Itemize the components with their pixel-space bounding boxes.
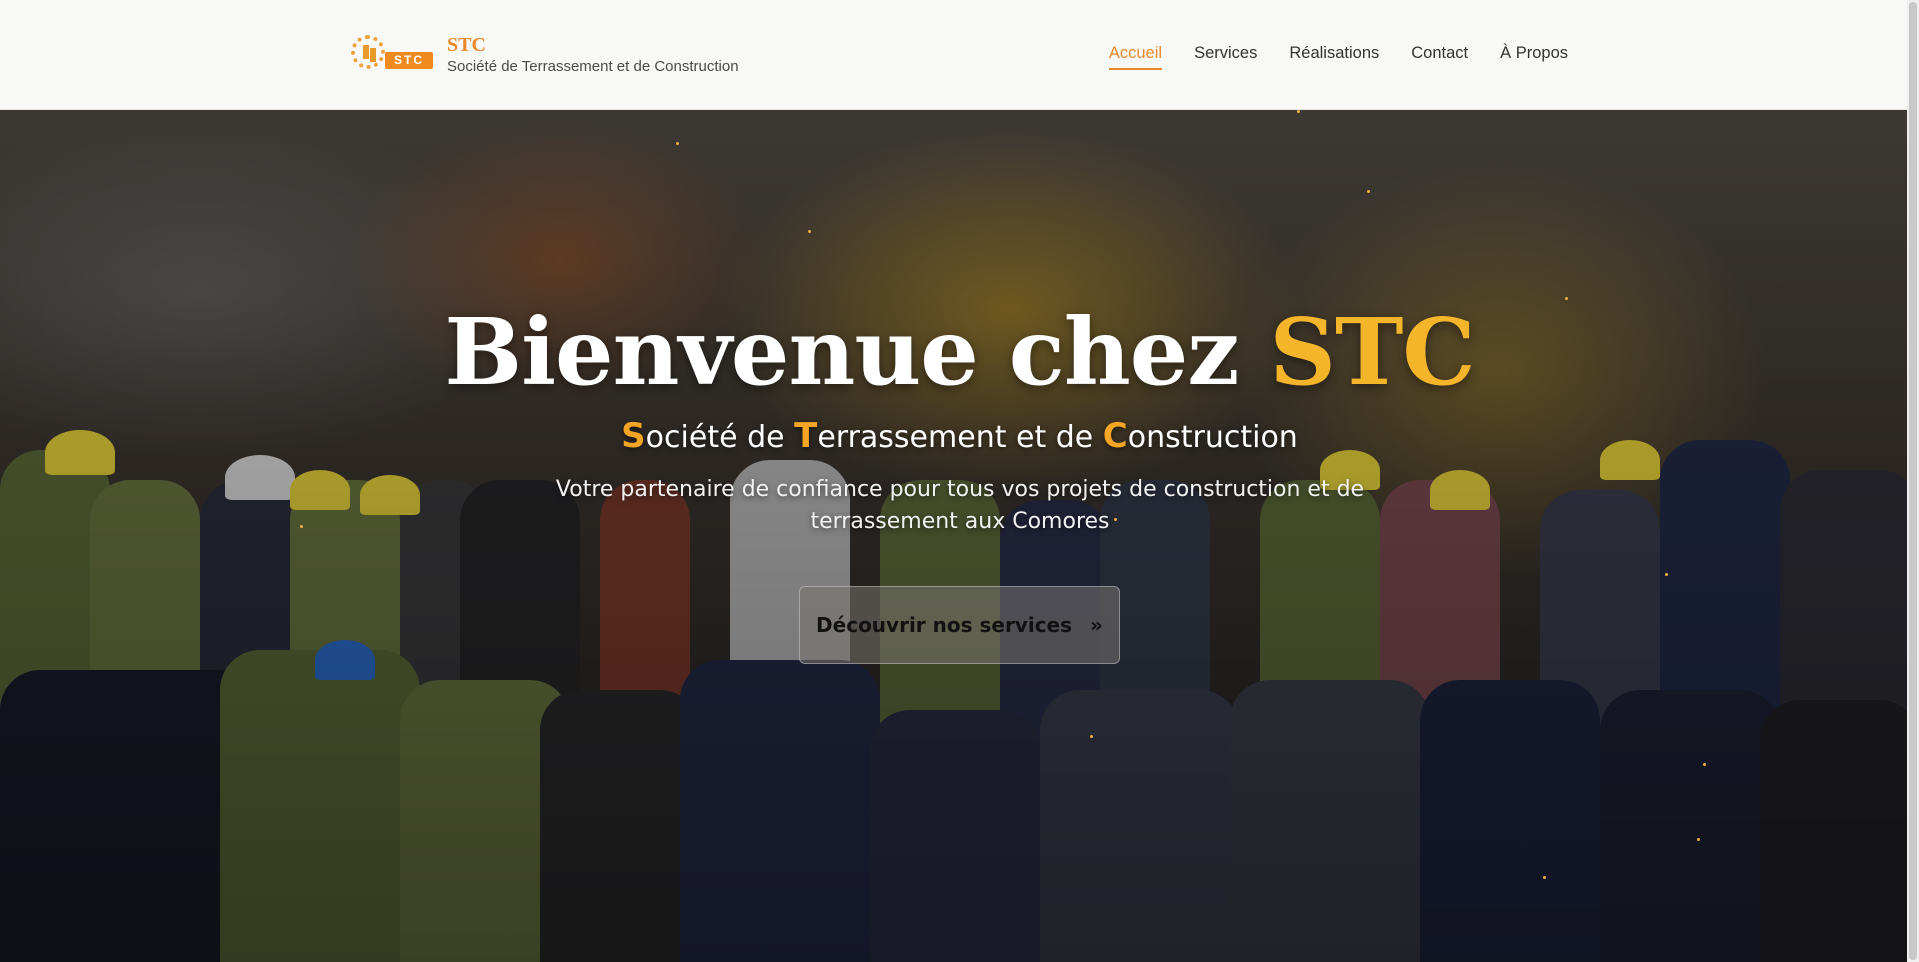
subtitle-cap-c: C [1102,416,1128,456]
brand[interactable]: STC STC Société de Terrassement et de Co… [351,33,739,75]
nav-item-a-propos[interactable]: À Propos [1500,44,1568,70]
subtitle-part: onstruction [1127,420,1298,455]
hero-subtitle: Société de Terrassement et de Constructi… [0,416,1919,456]
hero-title-prefix: Bienvenue chez [444,298,1270,406]
brand-tagline: Société de Terrassement et de Constructi… [447,58,739,75]
nav-item-realisations[interactable]: Réalisations [1289,44,1379,70]
nav-item-services[interactable]: Services [1194,44,1257,70]
nav-item-contact[interactable]: Contact [1411,44,1468,70]
brand-name: STC [447,34,486,56]
page-scrollbar[interactable] [1907,0,1919,962]
brand-text: STC Société de Terrassement et de Constr… [447,33,739,75]
cta-label: Découvrir nos services [816,613,1073,637]
hero-title: Bienvenue chez STC [0,298,1919,406]
double-chevron-right-icon: » [1090,613,1103,637]
logo-text: STC [385,52,433,69]
subtitle-part: ociété de [645,420,795,455]
nav-item-accueil[interactable]: Accueil [1108,44,1163,70]
subtitle-part: errassement et de [817,420,1103,455]
main-nav: Accueil Services Réalisations Contact À … [1108,44,1568,70]
discover-services-button[interactable]: Découvrir nos services » [799,586,1120,664]
site-header: STC STC Société de Terrassement et de Co… [0,0,1919,110]
hero-description: Votre partenaire de confiance pour tous … [555,477,1365,534]
scrollbar-thumb[interactable] [1909,2,1917,960]
hero-section: Bienvenue chez STC Société de Terrasseme… [0,110,1919,962]
logo[interactable]: STC [351,33,433,75]
hero-title-accent: STC [1269,298,1476,406]
gear-logo-icon [351,35,385,69]
subtitle-cap-s: S [621,416,646,456]
subtitle-cap-t: T [794,416,818,456]
